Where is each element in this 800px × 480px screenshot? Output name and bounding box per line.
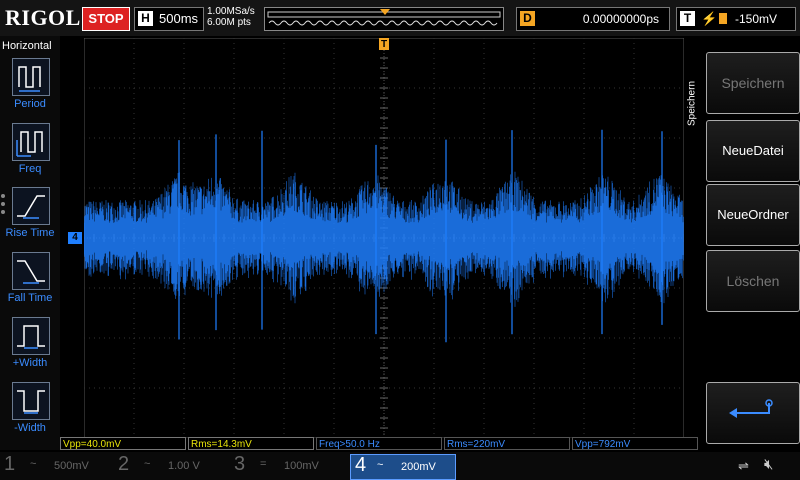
period-icon	[12, 58, 50, 96]
menu-tab: Speichern	[686, 42, 702, 162]
measure-item-label: Period	[14, 98, 46, 110]
measure-item-label: Fall Time	[7, 292, 53, 304]
delay-box[interactable]: D 0.00000000ps	[516, 7, 670, 31]
waveform-display[interactable]: T	[84, 38, 684, 438]
measure-item-label: Rise Time	[5, 227, 55, 239]
channel-number: 2	[118, 453, 130, 475]
channel-scale: 1.00 V	[168, 460, 200, 472]
rigol-logo: RIGOL	[5, 5, 81, 30]
delay-value: 0.00000000ps	[582, 12, 659, 26]
coupling-icon: =	[260, 458, 267, 470]
measure-item-rise-time[interactable]: Rise Time	[0, 187, 60, 249]
measure-item-label: +Width	[12, 357, 48, 369]
rising-edge-trigger-icon: ⚡	[701, 11, 718, 26]
horizontal-badge: H	[138, 11, 153, 26]
trigger-level: -150mV	[735, 12, 778, 26]
waveform-overview[interactable]	[264, 7, 504, 31]
memory-depth: 6.00M pts	[207, 17, 251, 28]
measurement-results-bar: Vpp=40.0mV Rms=14.3mV Freq>50.0 Hz Rms=2…	[60, 437, 698, 451]
channel-status-bar: 1 ~ 500mV 2 ~ 1.00 V 3 = 100mV 4 ~ 200mV…	[0, 452, 800, 480]
channel-scale: 200mV	[401, 461, 436, 473]
softkey-new-folder[interactable]: NeueOrdner	[706, 184, 800, 246]
channel-scale: 500mV	[54, 460, 89, 472]
horizontal-measure-menu: Horizontal Period Freq Rise Time Fall Ti…	[0, 36, 60, 450]
measure-item-label: Freq	[18, 163, 42, 175]
coupling-icon: ~	[144, 458, 151, 470]
measure-item-positive-width[interactable]: +Width	[0, 317, 60, 379]
measure-item-fall-time[interactable]: Fall Time	[0, 252, 60, 314]
timebase-box[interactable]: H 500ms	[134, 7, 204, 31]
channel-scale: 100mV	[284, 460, 319, 472]
channel-number: 4	[355, 454, 367, 476]
sample-info: 1.00MSa/s 6.00M pts	[207, 6, 255, 28]
channel-marker-label: 4	[72, 232, 78, 243]
trigger-position-marker[interactable]: T	[379, 38, 389, 50]
measure-item-label: -Width	[14, 422, 46, 434]
usb-icon: ⇌	[738, 458, 749, 473]
trigger-box[interactable]: T ⚡ -150mV	[676, 7, 796, 31]
measurement-freq-ch4[interactable]: Freq>50.0 Hz	[316, 437, 442, 450]
measurement-rms-ch1[interactable]: Rms=14.3mV	[188, 437, 314, 450]
channel-number: 1	[4, 453, 16, 475]
softkey-save[interactable]: Speichern	[706, 52, 800, 114]
measurement-vpp-ch1[interactable]: Vpp=40.0mV	[60, 437, 186, 450]
measurement-vpp-ch4[interactable]: Vpp=792mV	[572, 437, 698, 450]
frequency-icon	[12, 123, 50, 161]
coupling-icon: ~	[30, 458, 37, 470]
run-stop-indicator[interactable]: STOP	[82, 7, 130, 31]
channel-4-offset-marker[interactable]: 4	[68, 232, 82, 244]
negative-width-icon	[12, 382, 50, 420]
channel-2-status[interactable]: 2 ~ 1.00 V	[118, 453, 222, 478]
delay-badge: D	[520, 11, 535, 26]
measure-item-period[interactable]: Period	[0, 58, 60, 120]
save-softkey-panel: Speichern Speichern NeueDatei NeueOrdner…	[686, 36, 800, 450]
rise-time-icon	[12, 187, 50, 225]
sample-rate: 1.00MSa/s	[207, 6, 255, 17]
softkey-new-file[interactable]: NeueDatei	[706, 120, 800, 182]
enter-return-icon	[729, 399, 773, 418]
positive-width-icon	[12, 317, 50, 355]
trigger-marker-letter: T	[381, 39, 387, 50]
overview-waveform-icon	[267, 9, 501, 26]
menu-title: Horizontal	[2, 40, 52, 52]
channel-4-status[interactable]: 4 ~ 200mV	[350, 454, 456, 480]
channel-1-status[interactable]: 1 ~ 500mV	[4, 453, 108, 478]
menu-tab-label: Speichern	[686, 80, 698, 127]
measurement-rms-ch4[interactable]: Rms=220mV	[444, 437, 570, 450]
measure-item-negative-width[interactable]: -Width	[0, 382, 60, 444]
trigger-source-icon	[717, 8, 729, 35]
fall-time-icon	[12, 252, 50, 290]
trigger-badge: T	[680, 11, 695, 26]
channel-3-status[interactable]: 3 = 100mV	[234, 453, 338, 478]
coupling-icon: ~	[377, 459, 384, 471]
speaker-mute-icon[interactable]: 🔇︎	[764, 456, 773, 473]
softkey-delete[interactable]: Löschen	[706, 250, 800, 312]
measure-item-frequency[interactable]: Freq	[0, 123, 60, 185]
softkey-enter[interactable]	[706, 382, 800, 444]
timebase-value: 500ms	[159, 11, 199, 26]
top-status-bar: RIGOL STOP H 500ms 1.00MSa/s 6.00M pts D…	[0, 0, 800, 36]
channel-number: 3	[234, 453, 246, 475]
